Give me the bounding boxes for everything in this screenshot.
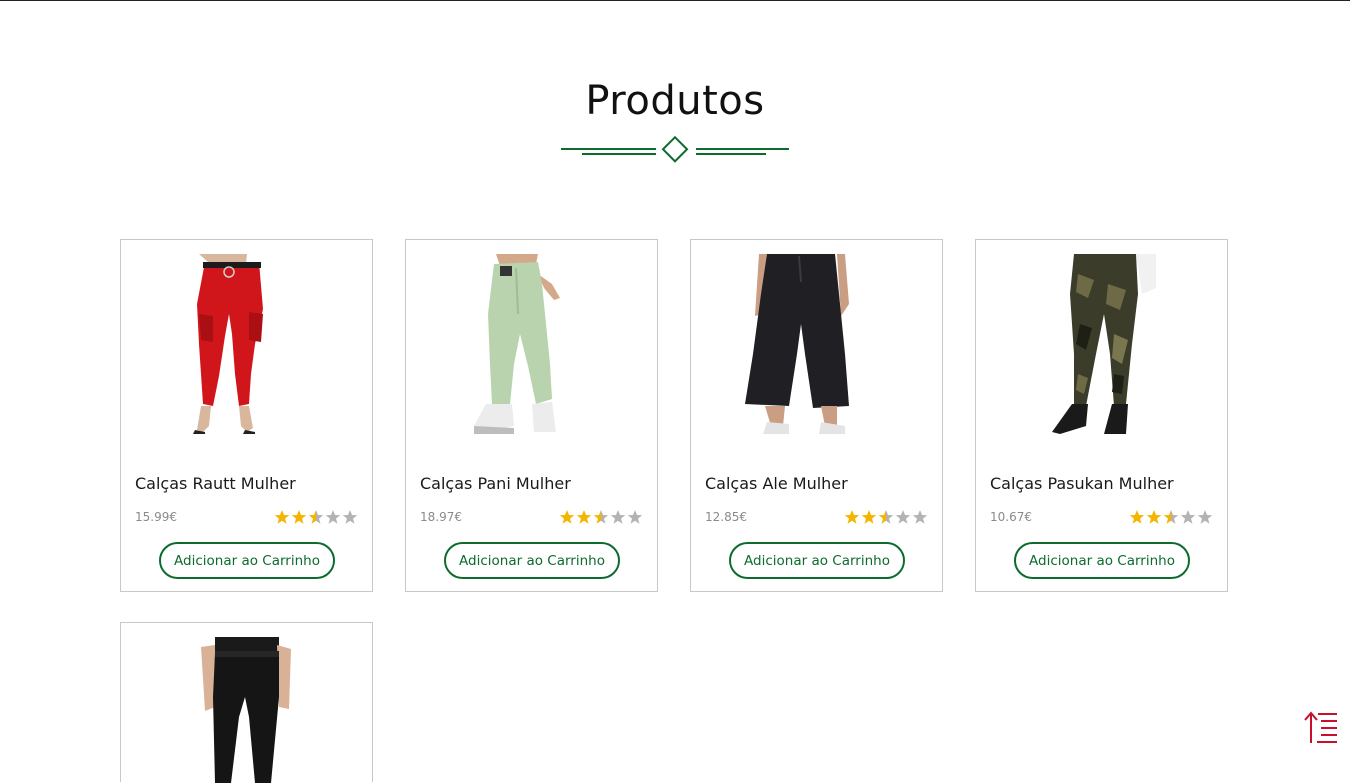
product-card: Calças Pani Mulher 18.97€ Adicionar ao C… [405,239,658,592]
star-empty-icon [325,510,341,524]
star-empty-icon [895,510,911,524]
rating-stars [844,509,928,525]
star-empty-icon [610,510,626,524]
star-filled-icon [291,510,307,524]
product-name: Calças Ale Mulher [705,474,848,493]
red-cargo-pants-image[interactable] [135,254,359,434]
star-filled-icon [274,510,290,524]
product-name: Calças Pasukan Mulher [990,474,1174,493]
header-bottom-border [0,0,1350,1]
product-name: Calças Rautt Mulher [135,474,296,493]
scroll-top-icon[interactable] [1302,710,1338,746]
star-filled-icon [1129,510,1145,524]
star-empty-icon [1197,510,1213,524]
star-filled-icon [844,510,860,524]
product-card: Calças Rautt Mulher 15.99€ Adicionar ao … [120,239,373,592]
product-name: Calças Pani Mulher [420,474,571,493]
product-card: Calças Pasukan Mulher 10.67€ Adicionar a… [975,239,1228,592]
add-to-cart-button[interactable]: Adicionar ao Carrinho [159,542,335,579]
rating-stars [1129,509,1213,525]
star-half-icon [878,510,894,524]
product-price: 18.97€ [420,510,462,524]
product-price: 10.67€ [990,510,1032,524]
star-empty-icon [1180,510,1196,524]
add-to-cart-button[interactable]: Adicionar ao Carrinho [1014,542,1190,579]
rating-stars [274,509,358,525]
star-filled-icon [559,510,575,524]
star-empty-icon [912,510,928,524]
product-price: 12.85€ [705,510,747,524]
rating-stars [559,509,643,525]
add-to-cart-button[interactable]: Adicionar ao Carrinho [444,542,620,579]
camo-leggings-image[interactable] [990,254,1214,434]
star-filled-icon [576,510,592,524]
add-to-cart-button[interactable]: Adicionar ao Carrinho [729,542,905,579]
mint-pleated-pants-image[interactable] [420,254,644,434]
black-skinny-pants-image[interactable] [135,637,359,783]
product-card: Calças Ale Mulher 12.85€ Adicionar ao Ca… [690,239,943,592]
title-divider [561,136,789,163]
star-filled-icon [861,510,877,524]
black-culottes-image[interactable] [705,254,929,434]
star-half-icon [1163,510,1179,524]
star-half-icon [593,510,609,524]
section-title: Produtos [585,78,765,124]
star-empty-icon [627,510,643,524]
star-half-icon [308,510,324,524]
star-filled-icon [1146,510,1162,524]
product-price: 15.99€ [135,510,177,524]
star-empty-icon [342,510,358,524]
product-card [120,622,373,783]
